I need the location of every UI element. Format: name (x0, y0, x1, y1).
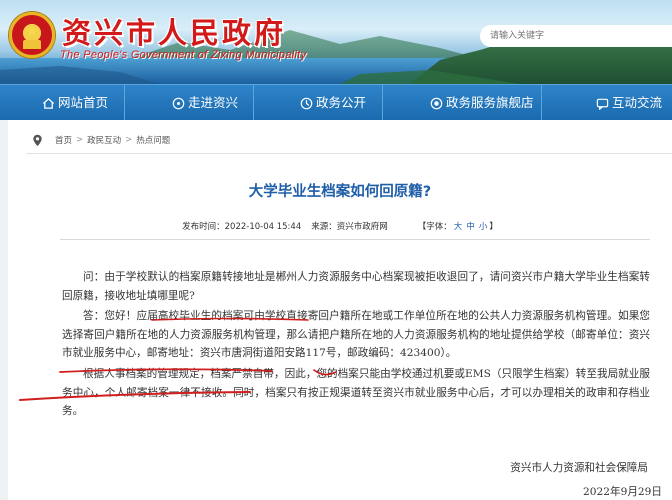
nav-item-home[interactable]: 网站首页 (42, 85, 108, 121)
chat-icon (596, 98, 609, 110)
breadcrumb-interaction[interactable]: 政民互动 (87, 134, 121, 146)
font-size-large[interactable]: 大 (454, 222, 463, 232)
breadcrumb-separator: > (76, 135, 84, 145)
site-title: 资兴市人民政府 (62, 16, 287, 50)
article-meta: 发布时间：2022-10-04 15:44 来源：资兴市政府网 【字体：大中小】 (8, 220, 672, 232)
article-date: 2022年9月29日 (583, 486, 662, 498)
breadcrumb-home[interactable]: 首页 (55, 134, 72, 146)
article-body: 问：由于学校默认的档案原籍转接地址是郴州人力资源服务中心档案现被拒收退回了，请问… (62, 268, 650, 421)
main-content: 首页 > 政民互动 > 热点问题 大学毕业生档案如何回原籍? 发布时间：2022… (8, 120, 672, 500)
service-icon (430, 97, 443, 109)
breadcrumb: 首页 > 政民互动 > 热点问题 (32, 132, 170, 148)
national-emblem-icon: ★ (9, 12, 55, 58)
nav-item-interaction[interactable]: 互动交流 (596, 85, 662, 121)
breadcrumb-separator: > (125, 135, 133, 145)
breadcrumb-divider (26, 153, 672, 154)
font-size-label: 【字体： (417, 222, 452, 232)
nav-item-label: 网站首页 (58, 95, 109, 110)
nav-item-service-store[interactable]: 政务服务旗舰店 (430, 85, 534, 121)
regulation-paragraph: 根据人事档案的管理规定，档案严禁自带，因此，您的档案只能由学校通过机要或EMS（… (62, 367, 650, 418)
meta-divider (60, 239, 650, 240)
compass-icon (172, 97, 185, 109)
site-banner: ★ 资兴市人民政府 The People's Government of Zix… (0, 0, 672, 84)
site-subtitle: The People's Government of Zixing Munici… (60, 49, 307, 61)
nav-item-about[interactable]: 走进资兴 (172, 85, 238, 121)
nav-item-label: 政务服务旗舰店 (446, 95, 534, 110)
nav-item-label: 互动交流 (612, 95, 663, 110)
source-value: 资兴市政府网 (336, 222, 388, 232)
source-label: 来源： (311, 222, 337, 232)
search-input[interactable] (480, 25, 672, 47)
question-paragraph: 问：由于学校默认的档案原籍转接地址是郴州人力资源服务中心档案现被拒收退回了，请问… (62, 271, 650, 302)
location-pin-icon (33, 134, 42, 146)
breadcrumb-hot-topics[interactable]: 热点问题 (136, 134, 170, 146)
font-size-medium[interactable]: 中 (466, 222, 475, 232)
document-icon (300, 97, 313, 109)
article-title: 大学毕业生档案如何回原籍? (248, 184, 432, 200)
home-icon (42, 97, 55, 109)
font-size-small[interactable]: 小 (479, 222, 488, 232)
signature: 资兴市人力资源和社会保障局 (510, 462, 648, 474)
nav-item-label: 走进资兴 (188, 95, 239, 110)
nav-item-label: 政务公开 (316, 95, 367, 110)
nav-item-public-affairs[interactable]: 政务公开 (300, 85, 366, 121)
publish-time: 2022-10-04 15:44 (224, 222, 302, 232)
main-nav: 网站首页 走进资兴 政务公开 政务服务旗舰店 互动交流 (0, 84, 672, 121)
font-size-close: 】 (489, 222, 498, 232)
publish-label: 发布时间： (182, 222, 225, 232)
answer-paragraph: 答：您好！应届高校毕业生的档案可由学校直接寄回户籍所在地或工作单位所在地的公共人… (62, 310, 650, 360)
